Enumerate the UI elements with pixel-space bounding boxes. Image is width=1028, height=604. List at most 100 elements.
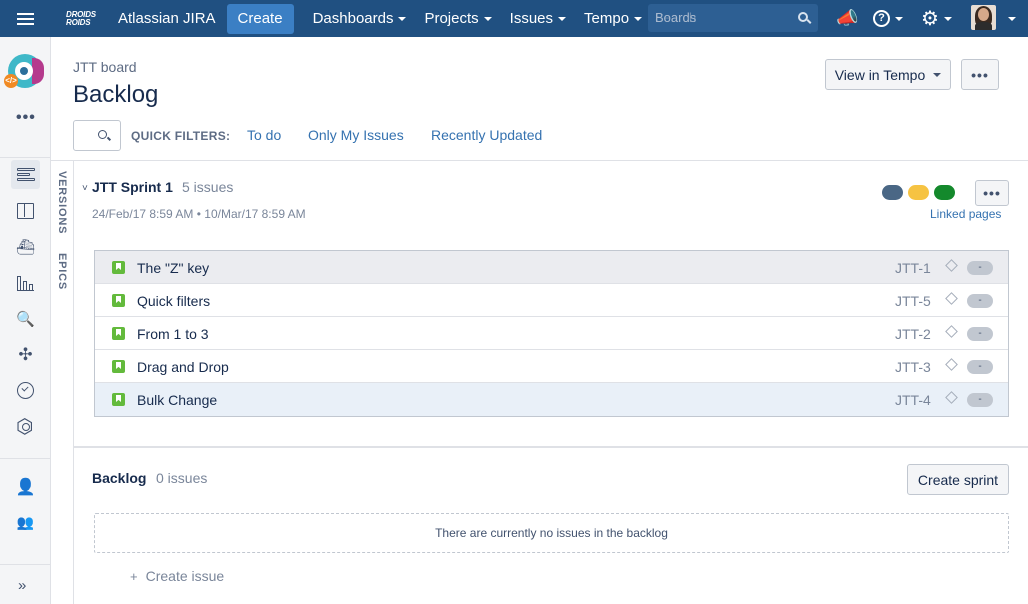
issue-row[interactable]: The "Z" key JTT-1 - (95, 251, 1008, 284)
sidebar-item-backlog[interactable] (11, 160, 40, 189)
issue-row[interactable]: Quick filters JTT-5 - (95, 284, 1008, 317)
sidebar-item-components[interactable]: ✣ (11, 340, 40, 369)
help-menu[interactable]: ? (873, 0, 903, 37)
issue-summary: The "Z" key (137, 260, 210, 276)
filter-search-input[interactable] (73, 120, 121, 151)
settings-menu[interactable]: ⚙ (921, 0, 952, 37)
create-button[interactable]: Create (226, 3, 294, 34)
story-icon (112, 360, 125, 373)
team-icon: 👥 (16, 514, 35, 530)
sidebar-divider (0, 458, 51, 459)
breadcrumb[interactable]: JTT board (73, 59, 137, 75)
sprint-more-button[interactable]: ••• (975, 180, 1009, 206)
expand-sidebar-icon[interactable]: » (18, 577, 26, 594)
addon-icon (16, 414, 34, 439)
story-icon (112, 294, 125, 307)
board-more-button[interactable]: ••• (961, 59, 999, 90)
epic-diamond-icon (945, 359, 955, 369)
sidebar-item-teams[interactable]: 👥 (11, 508, 40, 537)
issue-row[interactable]: From 1 to 3 JTT-2 - (95, 317, 1008, 350)
epic-diamond-icon (945, 293, 955, 303)
code-badge-icon: </> (4, 74, 18, 88)
sprint-name[interactable]: JTT Sprint 1 (92, 179, 173, 195)
nav-dashboards[interactable]: Dashboards (313, 10, 407, 27)
megaphone-icon[interactable]: 📣 (836, 0, 858, 37)
status-done-badge (934, 185, 955, 200)
chevron-down-icon (933, 72, 942, 77)
issue-summary: Quick filters (137, 293, 211, 309)
sidebar-item-add-people[interactable]: 👤 (11, 472, 40, 501)
estimate-badge: - (967, 360, 993, 374)
estimate-badge: - (967, 327, 993, 341)
linked-pages-link[interactable]: Linked pages (930, 207, 1001, 221)
status-inprogress-badge (908, 185, 929, 200)
puzzle-icon: ✣ (18, 344, 33, 364)
more-icon: ••• (971, 66, 989, 83)
chevron-down-icon (895, 16, 903, 21)
backlog-issue-count: 0 issues (156, 470, 208, 486)
issue-key[interactable]: JTT-1 (895, 260, 931, 276)
header-divider (51, 160, 1028, 161)
search-input[interactable]: Search Boards (648, 4, 818, 32)
quick-filter-recently-updated[interactable]: Recently Updated (431, 127, 542, 143)
epic-diamond-icon (945, 260, 955, 270)
sprint-issue-list: The "Z" key JTT-1 - Quick filters JTT-5 … (94, 250, 1009, 417)
empty-backlog-message: There are currently no issues in the bac… (94, 513, 1009, 553)
sidebar-item-tempo[interactable] (11, 376, 40, 405)
user-avatar[interactable] (971, 5, 996, 30)
board-icon (17, 202, 34, 219)
reports-icon (17, 275, 34, 291)
chevron-down-icon[interactable] (1003, 0, 1016, 37)
issue-summary: Drag and Drop (137, 359, 229, 375)
sidebar-item-issues[interactable]: 🔍 (11, 304, 40, 333)
story-icon (112, 393, 125, 406)
sidebar-item-releases[interactable]: ⛴ (11, 232, 40, 261)
tab-epics[interactable]: EPICS (56, 253, 68, 290)
view-in-tempo-button[interactable]: View in Tempo (825, 59, 951, 90)
chevron-down-icon (943, 16, 952, 21)
status-todo-badge (882, 185, 903, 200)
site-logo[interactable]: DROIDS ROIDS (66, 10, 110, 27)
create-sprint-button[interactable]: Create sprint (907, 464, 1009, 495)
quick-filter-to-do[interactable]: To do (247, 127, 281, 143)
search-icon (98, 130, 107, 139)
issue-summary: Bulk Change (137, 392, 218, 408)
page-title: Backlog (73, 81, 159, 108)
plus-icon: + (130, 569, 138, 584)
quick-filter-only-my-issues[interactable]: Only My Issues (308, 127, 404, 143)
app-title[interactable]: Atlassian JIRA (118, 10, 216, 27)
sidebar-divider (0, 564, 51, 565)
sidebar-item-active-sprints[interactable] (11, 196, 40, 225)
sprint-issue-count: 5 issues (182, 179, 234, 195)
sidebar-divider (0, 157, 51, 158)
search-icon (798, 12, 808, 22)
issue-key[interactable]: JTT-4 (895, 392, 931, 408)
nav-tempo[interactable]: Tempo (584, 10, 643, 27)
epic-diamond-icon (945, 326, 955, 336)
create-issue-link[interactable]: + Create issue (130, 568, 224, 584)
sidebar-item-addons[interactable] (11, 412, 40, 441)
issue-row[interactable]: Drag and Drop JTT-3 - (95, 350, 1008, 383)
add-user-icon: 👤 (15, 478, 36, 496)
nav-issues[interactable]: Issues (510, 10, 567, 27)
nav-projects[interactable]: Projects (424, 10, 492, 27)
issue-row[interactable]: Bulk Change JTT-4 - (95, 383, 1008, 416)
sprint-dates: 24/Feb/17 8:59 AM • 10/Mar/17 8:59 AM (92, 207, 306, 221)
project-avatar[interactable]: </> (4, 54, 44, 88)
tempo-icon (17, 382, 34, 399)
backlog-title: Backlog (92, 470, 147, 486)
side-panel-tabs: VERSIONS EPICS (51, 161, 74, 604)
story-icon (112, 261, 125, 274)
more-icon[interactable]: ••• (16, 109, 36, 127)
issue-key[interactable]: JTT-2 (895, 326, 931, 342)
sidebar-item-reports[interactable] (11, 268, 40, 297)
estimate-badge: - (967, 393, 993, 407)
section-divider (74, 446, 1028, 448)
tab-versions[interactable]: VERSIONS (56, 171, 68, 234)
help-icon: ? (873, 10, 890, 27)
issue-key[interactable]: JTT-5 (895, 293, 931, 309)
app-switcher-icon[interactable] (0, 0, 50, 37)
issue-key[interactable]: JTT-3 (895, 359, 931, 375)
collapse-caret-icon[interactable]: ˅ (82, 183, 88, 194)
project-sidebar: </> ••• ⛴ 🔍 ✣ 👤 👥 » (0, 37, 51, 604)
